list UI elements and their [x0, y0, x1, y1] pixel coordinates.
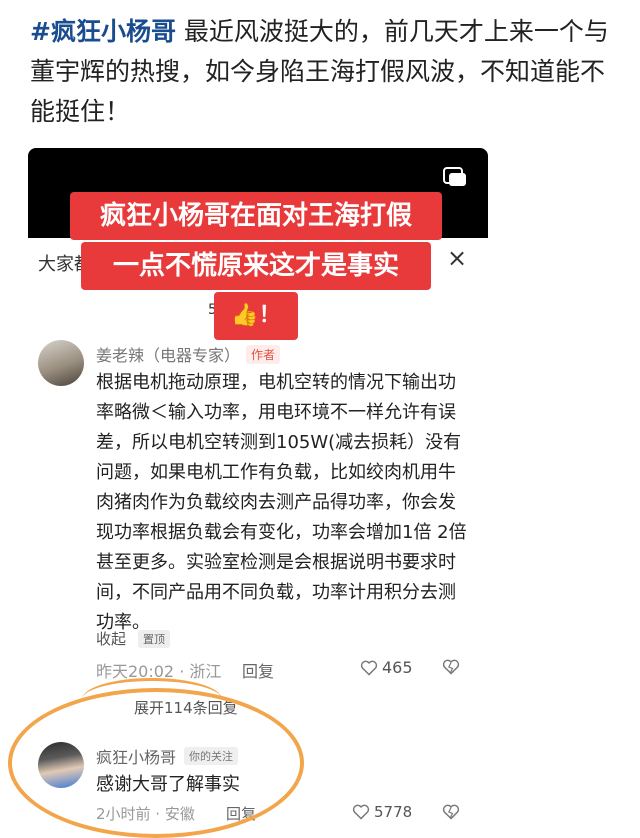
comment-body: 根据电机拖动原理，电机空转的情况下输出功率略微＜输入功率，用电环境不一样允许有误… [96, 372, 467, 633]
like-button[interactable]: 465 [360, 658, 413, 677]
comment-author-name[interactable]: 姜老辣（电器专家） [96, 342, 240, 366]
pinned-badge: 置顶 [138, 629, 171, 648]
broken-heart-icon[interactable] [442, 804, 460, 820]
banner-line-3: 👍！ [214, 292, 298, 340]
author-badge: 作者 [246, 344, 281, 364]
post-text: #疯狂小杨哥 最近风波挺大的，前几天才上来一个与董宇辉的热搜，如今身陷王海打假风… [30, 12, 620, 132]
reply-button[interactable]: 回复 [242, 658, 274, 682]
collapse-button[interactable]: 收起 [96, 628, 126, 649]
avatar[interactable] [38, 340, 84, 386]
collapse-row: 收起 置顶 [96, 628, 171, 649]
like-count: 5778 [374, 803, 413, 821]
banner-line-2: 一点不慌原来这才是事实 [81, 242, 431, 290]
like-button[interactable]: 5778 [352, 803, 412, 821]
comment-author-row: 姜老辣（电器专家） 作者 [96, 342, 281, 366]
hashtag-link[interactable]: #疯狂小杨哥 [30, 17, 176, 46]
banner-line-1: 疯狂小杨哥在面对王海打假 [70, 192, 442, 240]
close-icon[interactable]: × [442, 244, 472, 272]
broken-heart-icon[interactable] [442, 659, 460, 675]
highlight-circle [8, 678, 304, 838]
headline-banner: 疯狂小杨哥在面对王海打假 一点不慌原来这才是事实 👍！ [70, 192, 442, 342]
heart-icon [360, 660, 378, 676]
like-count: 465 [382, 658, 413, 677]
heart-icon [352, 804, 370, 820]
window-icon[interactable] [442, 166, 468, 188]
